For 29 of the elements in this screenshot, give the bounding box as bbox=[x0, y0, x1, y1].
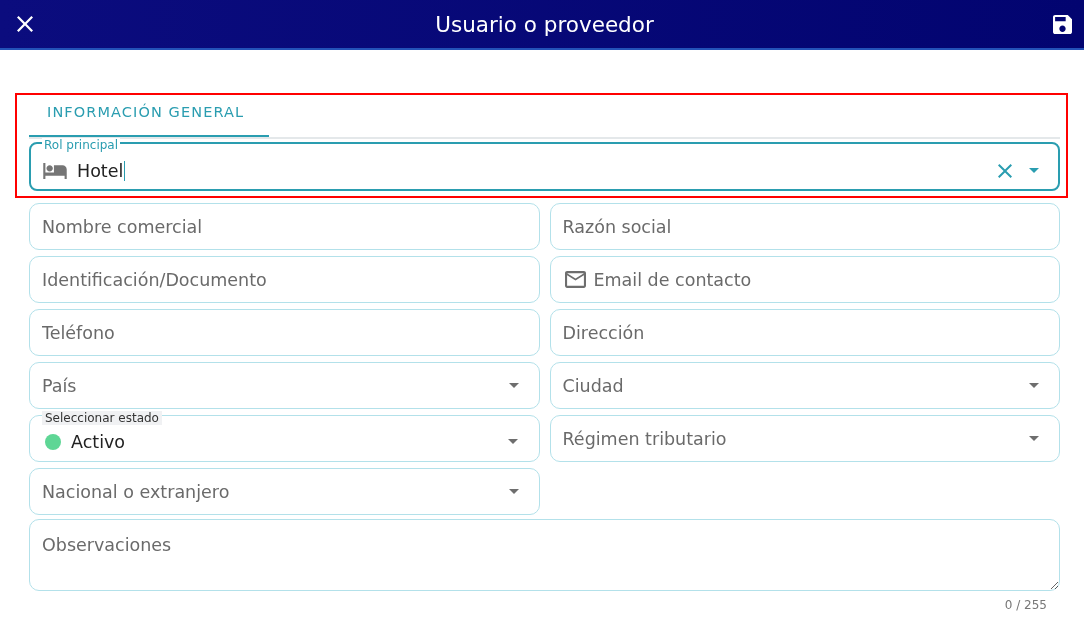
close-button[interactable] bbox=[17, 16, 33, 32]
caret-icon bbox=[507, 439, 518, 444]
text-cursor bbox=[124, 160, 126, 181]
email-input-field[interactable]: Email de contacto bbox=[549, 256, 1060, 303]
field-label: Rol principal bbox=[42, 138, 120, 152]
notes-textarea[interactable]: Observaciones bbox=[29, 519, 1060, 591]
field-label: Seleccionar estado bbox=[42, 411, 162, 425]
save-icon bbox=[1053, 14, 1072, 34]
character-counter: 0 / 255 bbox=[1004, 598, 1047, 612]
caret-icon bbox=[508, 489, 519, 494]
dropdown-field[interactable]: Nacional o extranjero bbox=[29, 468, 540, 515]
text-input-field[interactable]: Dirección bbox=[549, 309, 1060, 356]
dropdown-field[interactable]: País bbox=[29, 362, 540, 409]
caret-icon bbox=[1029, 383, 1039, 388]
text-input-field[interactable]: Razón social bbox=[549, 203, 1060, 250]
bed-icon bbox=[43, 162, 67, 179]
caret-icon bbox=[1029, 168, 1039, 173]
envelope-icon bbox=[564, 271, 586, 288]
text-input-field[interactable]: Identificación/Documento bbox=[29, 256, 540, 303]
dropdown-field[interactable]: Régimen tributario bbox=[549, 415, 1060, 462]
text-input-field[interactable]: Teléfono bbox=[29, 309, 540, 356]
caret-icon bbox=[508, 383, 519, 388]
clear-icon[interactable] bbox=[998, 163, 1012, 178]
caret-icon bbox=[1029, 436, 1039, 441]
dropdown-field[interactable]: Ciudad bbox=[549, 362, 1060, 409]
save-button[interactable] bbox=[1053, 14, 1072, 34]
close-icon bbox=[17, 16, 33, 32]
text-input-field[interactable]: Nombre comercial bbox=[29, 203, 540, 250]
window-title: Usuario o proveedor bbox=[435, 11, 654, 37]
